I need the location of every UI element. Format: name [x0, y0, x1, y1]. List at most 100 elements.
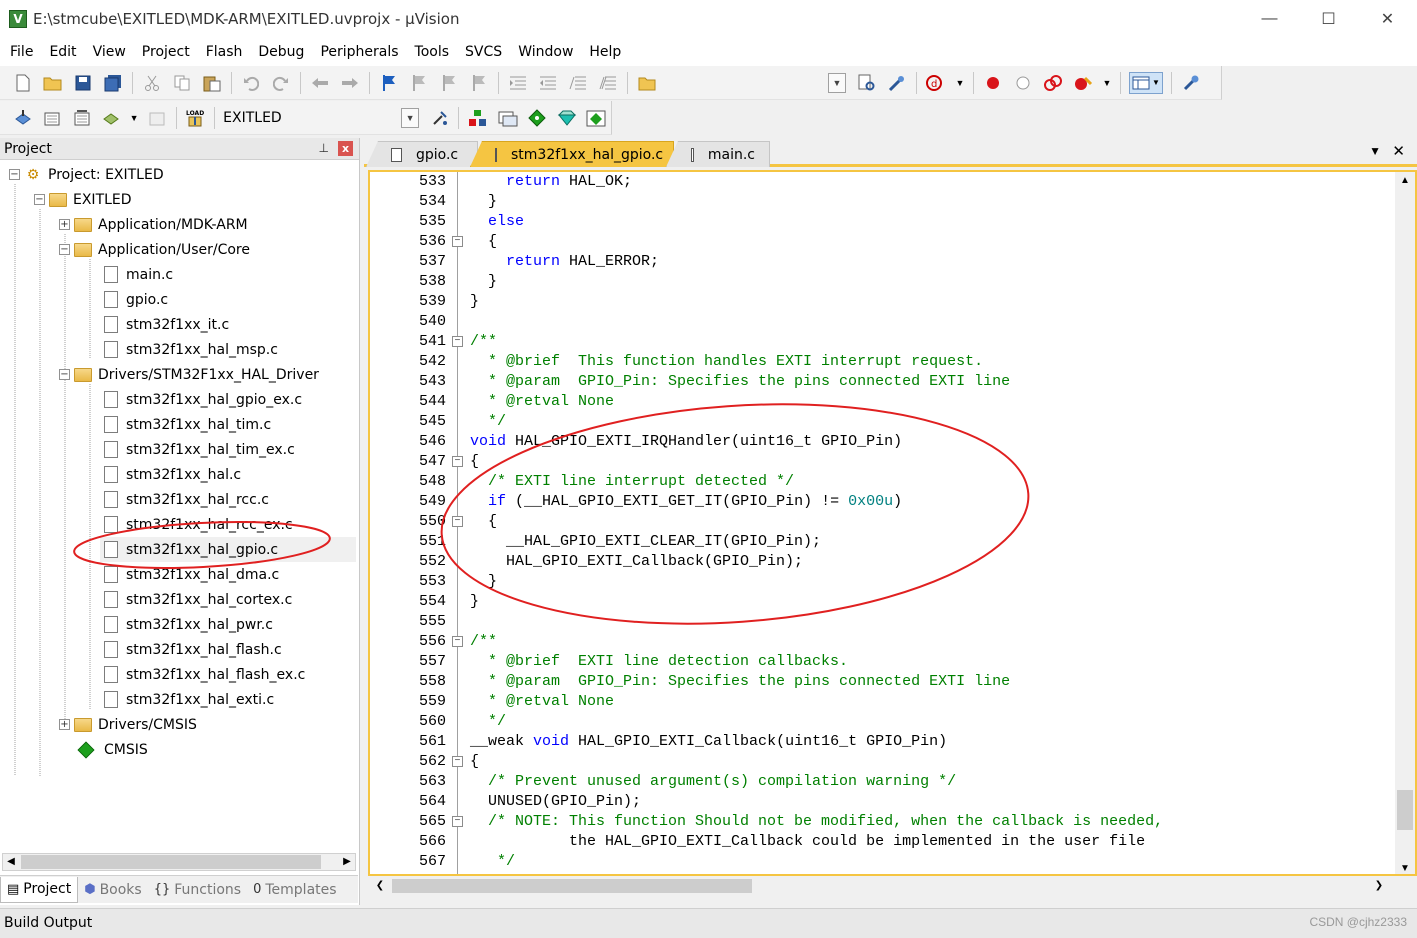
- insert-breakpoint-icon[interactable]: [982, 72, 1004, 94]
- code-line[interactable]: 556−/**: [370, 632, 1396, 652]
- tree-file[interactable]: stm32f1xx_hal_pwr.c: [104, 612, 273, 637]
- tab-templates[interactable]: 0 Templates: [247, 877, 342, 903]
- fold-collapse-icon[interactable]: −: [452, 816, 463, 827]
- tree-group-cmsis[interactable]: + Drivers/CMSIS: [59, 712, 197, 737]
- target-select[interactable]: EXITLED: [219, 107, 395, 129]
- tree-group-hal[interactable]: − Drivers/STM32F1xx_HAL_Driver: [59, 362, 319, 387]
- fold-collapse-icon[interactable]: −: [452, 236, 463, 247]
- code-line[interactable]: 537 return HAL_ERROR;: [370, 252, 1396, 272]
- tree-file[interactable]: stm32f1xx_it.c: [104, 312, 229, 337]
- copy-icon[interactable]: [171, 72, 193, 94]
- menu-flash[interactable]: Flash: [198, 38, 251, 66]
- tab-stm32f1xx-hal-gpio-c[interactable]: stm32f1xx_hal_gpio.c: [470, 141, 674, 167]
- menu-project[interactable]: Project: [134, 38, 198, 66]
- code-line[interactable]: 562−{: [370, 752, 1396, 772]
- kill-all-breakpoints-icon[interactable]: [1072, 72, 1094, 94]
- tab-main-c[interactable]: main.c: [666, 141, 770, 167]
- tree-file[interactable]: stm32f1xx_hal_flash_ex.c: [104, 662, 305, 687]
- scroll-left-icon[interactable]: ◀: [3, 854, 19, 870]
- bookmark-icon[interactable]: [378, 72, 400, 94]
- unindent-icon[interactable]: [537, 72, 559, 94]
- code-line[interactable]: 547−{: [370, 452, 1396, 472]
- download-load-icon[interactable]: LOAD: [185, 107, 207, 129]
- collapse-icon[interactable]: −: [59, 244, 70, 255]
- manage-run-time-env-icon[interactable]: [526, 107, 548, 129]
- menu-window[interactable]: Window: [510, 38, 581, 66]
- collapse-icon[interactable]: −: [9, 169, 20, 180]
- tree-file[interactable]: stm32f1xx_hal_rcc.c: [104, 487, 269, 512]
- code-editor[interactable]: 533 return HAL_OK; 534 } 535 else 536− {537…: [368, 170, 1417, 876]
- code-line[interactable]: 565− /* NOTE: This function Should not b…: [370, 812, 1396, 832]
- tab-gpio-c[interactable]: gpio.c: [366, 141, 478, 167]
- scroll-right-icon[interactable]: ▶: [339, 854, 355, 870]
- code-line[interactable]: 533 return HAL_OK;: [370, 172, 1396, 192]
- new-file-icon[interactable]: [12, 72, 34, 94]
- tree-file[interactable]: stm32f1xx_hal_dma.c: [104, 562, 279, 587]
- enable-breakpoint-icon[interactable]: [1012, 72, 1034, 94]
- tree-file[interactable]: stm32f1xx_hal_tim_ex.c: [104, 437, 295, 462]
- code-line[interactable]: 550− {: [370, 512, 1396, 532]
- menu-debug[interactable]: Debug: [250, 38, 312, 66]
- code-line[interactable]: 559 * @retval None: [370, 692, 1396, 712]
- save-all-icon[interactable]: [102, 72, 124, 94]
- scroll-down-icon[interactable]: ▼: [1395, 860, 1415, 874]
- tree-file-selected[interactable]: stm32f1xx_hal_gpio.c: [100, 537, 356, 562]
- disable-all-breakpoints-icon[interactable]: [1042, 72, 1064, 94]
- redo-icon[interactable]: [270, 72, 292, 94]
- menu-svcs[interactable]: SVCS: [457, 38, 510, 66]
- fold-collapse-icon[interactable]: −: [452, 636, 463, 647]
- tree-file[interactable]: stm32f1xx_hal_msp.c: [104, 337, 278, 362]
- find-icon[interactable]: [856, 72, 878, 94]
- search-combo-dropdown[interactable]: ▼: [826, 72, 848, 94]
- incremental-find-icon[interactable]: [886, 72, 908, 94]
- fold-collapse-icon[interactable]: −: [452, 456, 463, 467]
- navigate-back-icon[interactable]: [309, 72, 331, 94]
- rebuild-icon[interactable]: [71, 107, 93, 129]
- menu-help[interactable]: Help: [581, 38, 629, 66]
- code-line[interactable]: 544 * @retval None: [370, 392, 1396, 412]
- open-folder-icon[interactable]: [42, 72, 64, 94]
- save-icon[interactable]: [72, 72, 94, 94]
- comment-icon[interactable]: [567, 72, 589, 94]
- scroll-up-icon[interactable]: ▲: [1395, 172, 1415, 190]
- collapse-icon[interactable]: −: [34, 194, 45, 205]
- close-panel-button[interactable]: x: [338, 141, 353, 156]
- expand-icon[interactable]: +: [59, 219, 70, 230]
- tree-file[interactable]: gpio.c: [104, 287, 168, 312]
- code-line[interactable]: 552 HAL_GPIO_EXTI_Callback(GPIO_Pin);: [370, 552, 1396, 572]
- find-in-files-icon[interactable]: [636, 72, 658, 94]
- code-line[interactable]: 548 /* EXTI line interrupt detected */: [370, 472, 1396, 492]
- tree-file[interactable]: stm32f1xx_hal_tim.c: [104, 412, 271, 437]
- fold-collapse-icon[interactable]: −: [452, 336, 463, 347]
- tree-file[interactable]: stm32f1xx_hal.c: [104, 462, 241, 487]
- code-line[interactable]: 567 */: [370, 852, 1396, 872]
- tree-file[interactable]: stm32f1xx_hal_rcc_ex.c: [104, 512, 293, 537]
- configure-icon[interactable]: [1180, 72, 1202, 94]
- tree-group-app-mdk[interactable]: + Application/MDK-ARM: [59, 212, 248, 237]
- code-line[interactable]: 566 the HAL_GPIO_EXTI_Callback could be …: [370, 832, 1396, 852]
- pin-icon[interactable]: ⊥: [319, 141, 329, 155]
- code-line[interactable]: 557 * @brief EXTI line detection callbac…: [370, 652, 1396, 672]
- breakpoint-dropdown-icon[interactable]: ▼: [1102, 72, 1112, 94]
- paste-icon[interactable]: [201, 72, 223, 94]
- menu-peripherals[interactable]: Peripherals: [312, 38, 406, 66]
- stop-build-icon[interactable]: [146, 107, 168, 129]
- code-line[interactable]: 536− {: [370, 232, 1396, 252]
- select-packs-icon[interactable]: [497, 107, 519, 129]
- tree-file[interactable]: stm32f1xx_hal_gpio_ex.c: [104, 387, 302, 412]
- indent-icon[interactable]: [507, 72, 529, 94]
- code-line[interactable]: 561 __weak void HAL_GPIO_EXTI_Callback(ui…: [370, 732, 1396, 752]
- code-line[interactable]: 543 * @param GPIO_Pin: Specifies the pin…: [370, 372, 1396, 392]
- close-button[interactable]: ✕: [1358, 0, 1417, 38]
- code-line[interactable]: 534 }: [370, 192, 1396, 212]
- undo-icon[interactable]: [240, 72, 262, 94]
- target-dropdown[interactable]: ▼: [399, 107, 421, 129]
- editor-vertical-scrollbar[interactable]: ▲ ▼: [1395, 172, 1415, 874]
- code-line[interactable]: 560 */: [370, 712, 1396, 732]
- fold-collapse-icon[interactable]: −: [452, 516, 463, 527]
- batch-dropdown-icon[interactable]: ▼: [130, 107, 139, 129]
- tab-project[interactable]: ▤ Project: [0, 876, 79, 903]
- code-line[interactable]: 545 */: [370, 412, 1396, 432]
- code-line[interactable]: 542 * @brief This function handles EXTI …: [370, 352, 1396, 372]
- expand-icon[interactable]: +: [59, 719, 70, 730]
